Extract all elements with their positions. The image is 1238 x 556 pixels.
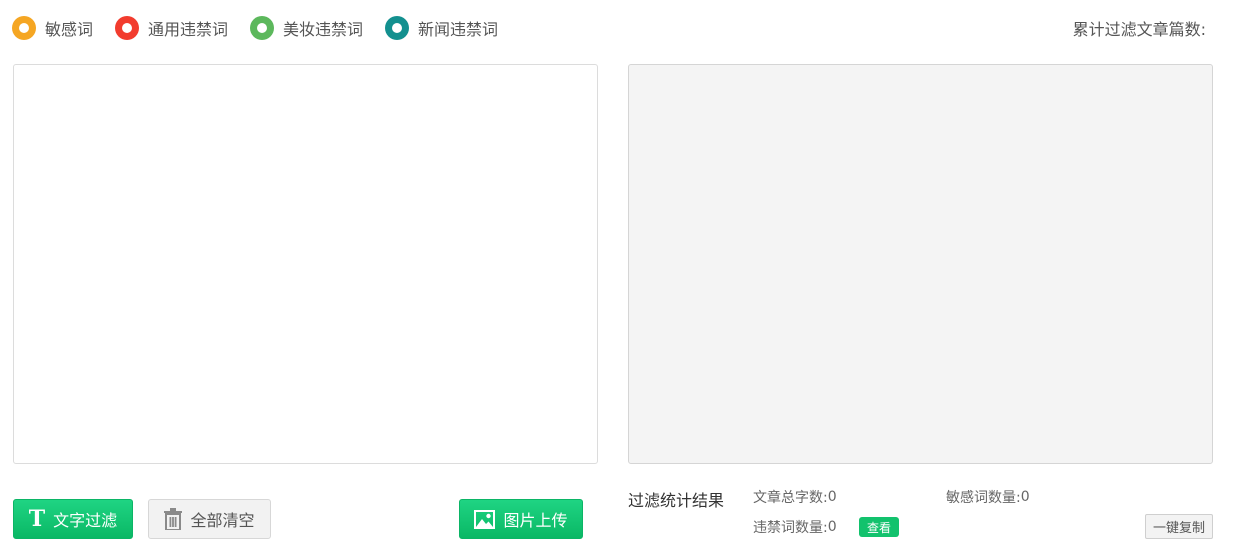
legend-label-sensitive: 敏感词 <box>45 20 94 39</box>
legend-item-news-banned: 新闻违禁词 <box>385 16 498 40</box>
text-filter-label: 文字过滤 <box>53 511 118 530</box>
filter-result-panel <box>628 64 1213 464</box>
beauty-banned-dot-icon <box>250 16 275 40</box>
legend-label-beauty-banned: 美妆违禁词 <box>283 20 364 39</box>
legend-item-beauty-banned: 美妆违禁词 <box>250 16 363 40</box>
stat-total-chars-value: 0 <box>827 489 837 505</box>
stat-sensitive-count: 敏感词数量: 0 <box>946 487 1030 507</box>
copy-all-button[interactable]: 一键复制 <box>1145 514 1213 539</box>
legend-item-sensitive: 敏感词 <box>12 16 93 40</box>
view-banned-button[interactable]: 查看 <box>859 517 899 537</box>
text-filter-button[interactable]: T 文字过滤 <box>13 499 133 539</box>
stat-banned-value: 0 <box>827 519 837 535</box>
image-upload-button[interactable]: 图片上传 <box>459 499 583 539</box>
trash-icon <box>164 508 183 530</box>
stat-total-chars-label: 文章总字数: <box>753 490 828 506</box>
legend-item-general-banned: 通用违禁词 <box>115 16 228 40</box>
clear-all-button[interactable]: 全部清空 <box>148 499 271 539</box>
stat-total-chars: 文章总字数: 0 <box>753 487 837 507</box>
stat-banned-count: 违禁词数量: 0 <box>753 517 837 537</box>
stat-banned-label: 违禁词数量: <box>753 520 828 536</box>
stat-sensitive-label: 敏感词数量: <box>946 490 1021 506</box>
general-banned-dot-icon <box>115 16 140 40</box>
stat-sensitive-value: 0 <box>1020 489 1030 505</box>
sensitive-dot-icon <box>12 16 36 40</box>
word-type-legend: 敏感词 通用违禁词 美妆违禁词 新闻违禁词 <box>12 15 520 41</box>
text-t-icon: T <box>28 506 46 532</box>
article-input[interactable] <box>13 64 598 464</box>
image-upload-label: 图片上传 <box>503 511 568 530</box>
image-icon <box>474 509 496 529</box>
news-banned-dot-icon <box>385 16 410 40</box>
total-filtered-articles: 累计过滤文章篇数: <box>1072 20 1206 39</box>
legend-label-general-banned: 通用违禁词 <box>148 20 229 39</box>
clear-all-label: 全部清空 <box>190 511 255 530</box>
stats-title: 过滤统计结果 <box>628 491 725 510</box>
legend-label-news-banned: 新闻违禁词 <box>418 20 499 39</box>
